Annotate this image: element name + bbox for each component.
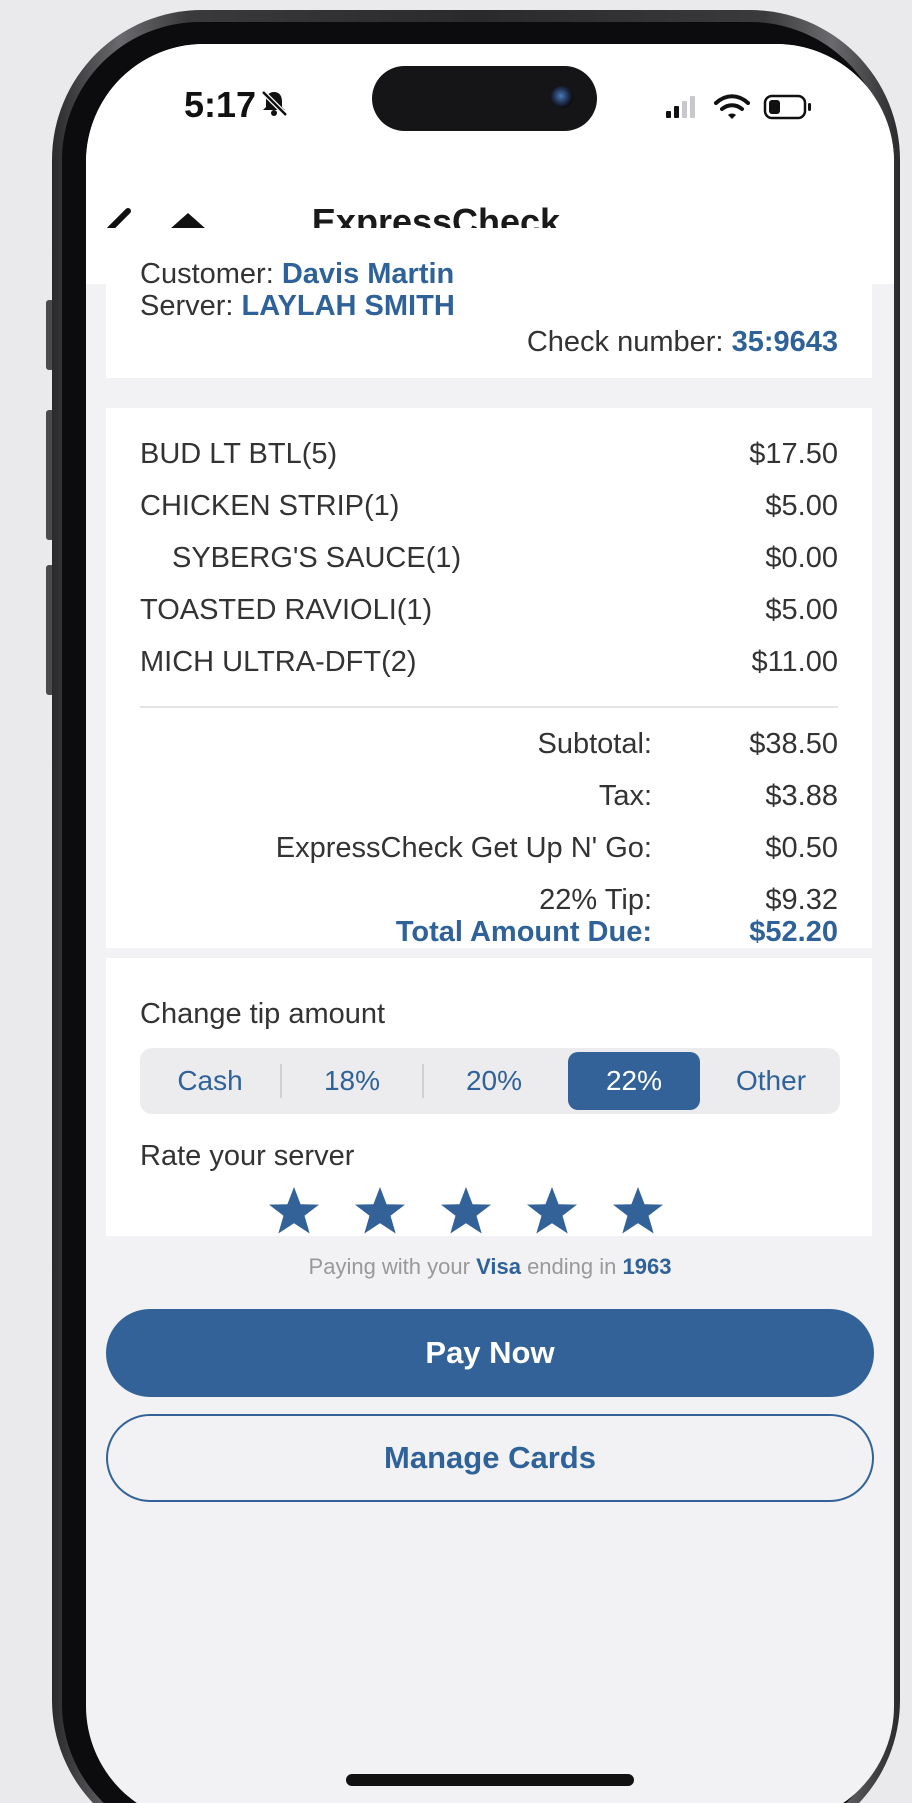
front-camera-icon <box>551 86 573 108</box>
page: 5:17 ExpressCheck Customer: Davis Martin… <box>0 0 912 1803</box>
battery-icon <box>763 94 811 120</box>
star-icon[interactable] <box>438 1184 494 1240</box>
card-brand: Visa <box>476 1254 521 1279</box>
payment-prefix: Paying with your <box>308 1254 470 1279</box>
payment-method-text: Paying with your Visa ending in 1963 <box>86 1254 894 1280</box>
list-item-price: $0.00 <box>765 542 838 574</box>
card-last4: 1963 <box>622 1254 672 1279</box>
tax-label: Tax: <box>598 780 652 812</box>
system-status-icons <box>666 94 811 120</box>
items-divider <box>140 706 838 708</box>
list-item-name: CHICKEN STRIP(1) <box>140 490 400 522</box>
tip-section-label: Change tip amount <box>140 998 386 1030</box>
silent-bell-icon <box>261 90 288 117</box>
server-line: Server: LAYLAH SMITH <box>140 290 455 323</box>
star-icon[interactable] <box>352 1184 408 1240</box>
pay-now-button[interactable]: Pay Now <box>106 1309 874 1397</box>
subtotal-value: $38.50 <box>749 728 838 760</box>
total-due-label: Total Amount Due: <box>395 916 652 948</box>
check-number-line: Check number: 35:9643 <box>527 326 838 359</box>
list-item-name: TOASTED RAVIOLI(1) <box>140 594 433 626</box>
total-due-value: $52.20 <box>749 916 838 948</box>
customer-line: Customer: Davis Martin <box>140 258 454 291</box>
signal-icon <box>666 96 695 118</box>
check-number: 35:9643 <box>731 326 838 358</box>
home-indicator <box>346 1774 634 1786</box>
star-icon[interactable] <box>610 1184 666 1240</box>
customer-name: Davis Martin <box>281 258 455 290</box>
dynamic-island <box>372 66 597 131</box>
tip-option-18[interactable]: 18% <box>282 1048 422 1114</box>
star-icon[interactable] <box>266 1184 322 1240</box>
manage-cards-button[interactable]: Manage Cards <box>106 1414 874 1502</box>
star-icon[interactable] <box>524 1184 580 1240</box>
tax-value: $3.88 <box>765 780 838 812</box>
tip-option-other[interactable]: Other <box>702 1048 840 1114</box>
tip-option-cash[interactable]: Cash <box>140 1048 280 1114</box>
phone-screen: 5:17 ExpressCheck Customer: Davis Martin… <box>86 44 894 1803</box>
customer-label: Customer: <box>140 258 274 290</box>
service-fee-label: ExpressCheck Get Up N' Go: <box>275 832 652 864</box>
tip-label: 22% Tip: <box>539 884 652 916</box>
wifi-icon <box>714 94 750 119</box>
list-item-name: BUD LT BTL(5) <box>140 438 338 470</box>
server-name: LAYLAH SMITH <box>241 290 455 322</box>
tip-value: $9.32 <box>765 884 838 916</box>
list-item-price: $5.00 <box>765 594 838 626</box>
server-label: Server: <box>140 290 234 322</box>
check-number-label: Check number: <box>526 326 724 358</box>
tip-rating-card: Change tip amount Cash 18% 20% 22% Other… <box>106 958 872 1236</box>
order-card: BUD LT BTL(5) $17.50 CHICKEN STRIP(1) $5… <box>106 408 872 948</box>
payment-middle: ending in <box>527 1254 617 1279</box>
service-fee-value: $0.50 <box>765 832 838 864</box>
list-item-name: MICH ULTRA-DFT(2) <box>140 646 417 678</box>
list-item-price: $17.50 <box>749 438 838 470</box>
tip-option-20[interactable]: 20% <box>424 1048 564 1114</box>
subtotal-label: Subtotal: <box>537 728 652 760</box>
tip-option-22[interactable]: 22% <box>568 1052 700 1110</box>
list-item-modifier-name: SYBERG'S SAUCE(1) <box>172 542 462 574</box>
tip-segmented-control: Cash 18% 20% 22% Other <box>140 1048 840 1114</box>
rating-label: Rate your server <box>140 1140 355 1172</box>
list-item-price: $5.00 <box>765 490 838 522</box>
status-time: 5:17 <box>184 84 257 125</box>
check-info-card: Customer: Davis Martin Server: LAYLAH SM… <box>106 228 872 378</box>
list-item-price: $11.00 <box>751 646 838 678</box>
